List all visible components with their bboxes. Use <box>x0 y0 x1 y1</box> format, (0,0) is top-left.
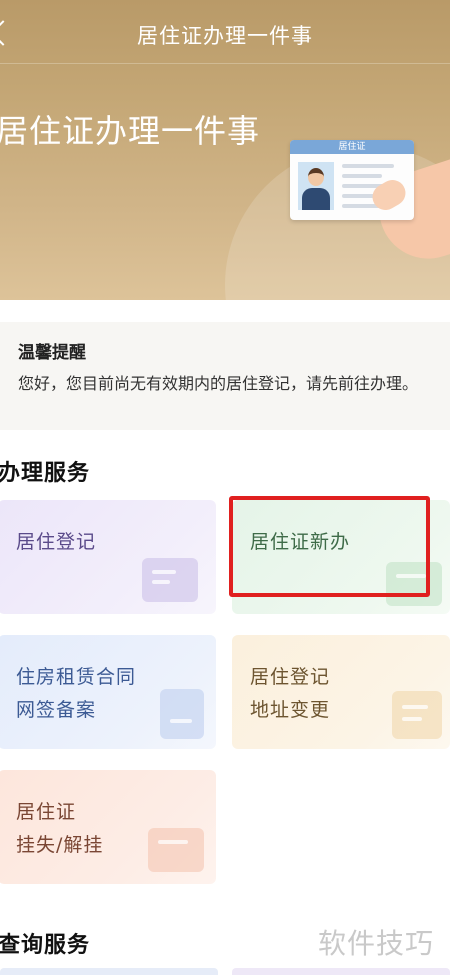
reminder-box: 温馨提醒 您好，您目前尚无有效期内的居住登记，请先前往办理。 <box>0 322 450 430</box>
query-tile-partial[interactable] <box>232 968 450 975</box>
tile-report-loss[interactable]: 居住证 挂失/解挂 <box>0 770 216 884</box>
reminder-title: 温馨提醒 <box>18 343 86 363</box>
tile-address-change[interactable]: 居住登记 地址变更 <box>232 635 450 749</box>
person-body-icon <box>302 188 330 210</box>
id-card-line <box>342 164 394 168</box>
id-card-line <box>342 194 376 198</box>
id-card-header: 居住证 <box>290 140 414 154</box>
nav-bar: 居住证办理一件事 <box>0 0 450 64</box>
reminder-text: 您好，您目前尚无有效期内的居住登记，请先前往办理。 <box>18 374 419 393</box>
services-section-title: 办理服务 <box>0 461 91 486</box>
page-title: 居住证办理一件事 <box>137 24 313 48</box>
document-user-icon <box>142 558 198 602</box>
tile-label: 居住证 挂失/解挂 <box>16 801 104 856</box>
card-block-icon <box>148 828 204 872</box>
person-face-icon <box>308 168 324 186</box>
address-change-icon <box>392 691 442 739</box>
query-tile-partial[interactable] <box>0 968 218 975</box>
tile-label: 居住登记 地址变更 <box>250 666 331 721</box>
query-section-title: 查询服务 <box>0 933 91 958</box>
id-card-photo <box>298 162 334 210</box>
tile-rental-contract-filing[interactable]: 住房租赁合同 网签备案 <box>0 635 216 749</box>
watermark: 软件技巧 <box>318 927 435 960</box>
highlight-box <box>229 496 430 597</box>
banner: 居住证办理一件事 居住证办理一件事 居住证 <box>0 0 450 300</box>
tile-residence-registration[interactable]: 居住登记 <box>0 500 216 614</box>
tile-label: 居住登记 <box>16 531 97 553</box>
contract-star-icon <box>160 689 204 739</box>
id-card-line <box>342 174 382 178</box>
banner-title: 居住证办理一件事 <box>0 112 261 150</box>
tile-label: 住房租赁合同 网签备案 <box>16 666 137 721</box>
